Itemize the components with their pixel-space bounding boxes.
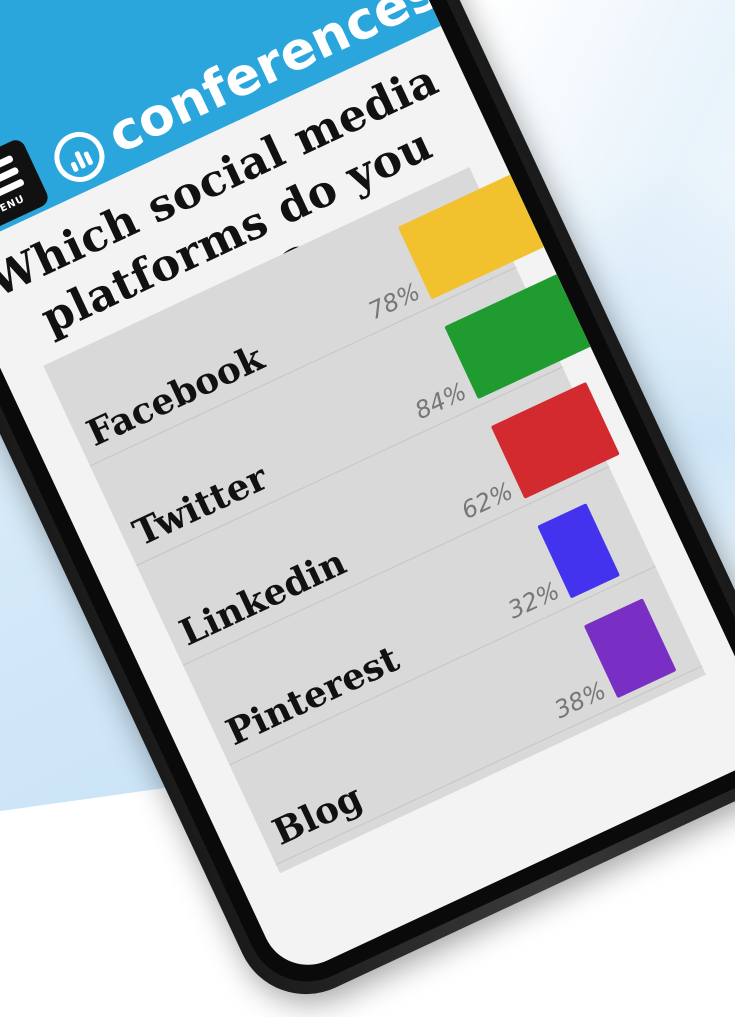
poll-option-label: Blog [266,776,369,854]
phone-frame: MENU conferences Which social media plat… [0,0,735,1017]
chat-chart-icon [46,123,113,191]
poll-option-percent: 38% [550,676,611,725]
menu-button[interactable]: MENU [0,136,51,237]
